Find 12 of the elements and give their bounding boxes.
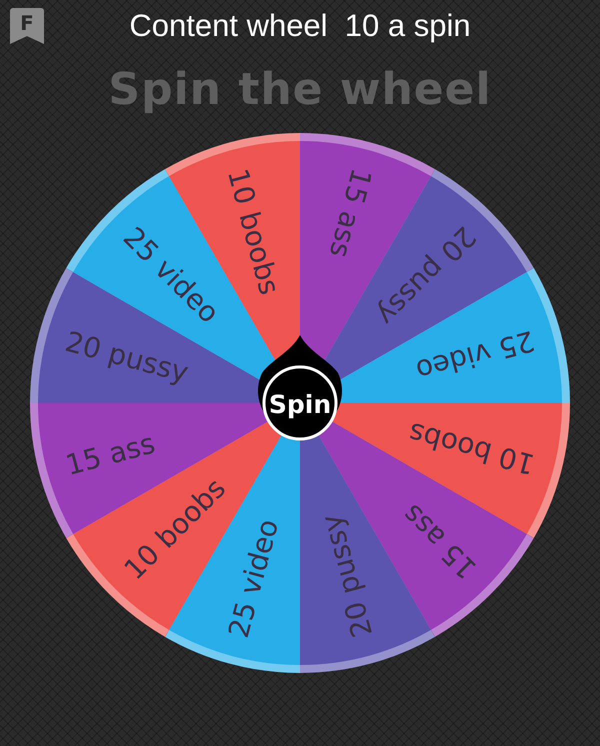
wheel-label: 20 pussy <box>62 324 192 390</box>
bookmark-badge: F <box>10 8 44 44</box>
wheel-label: 20 pussy <box>314 510 380 641</box>
page-title: Content wheel 10 a spin <box>128 8 472 44</box>
wheel-label: 15 ass <box>322 164 378 262</box>
wheel-label: 15 ass <box>396 498 484 586</box>
wheel-heading: Spin the wheel <box>108 64 492 115</box>
wheel-label: 15 ass <box>62 426 158 482</box>
wheel-label: 10 boobs <box>220 165 286 298</box>
wheel-label: 25 video <box>222 516 286 642</box>
wheel-label: 10 boobs <box>405 416 538 482</box>
wheel-label: 25 video <box>412 324 538 388</box>
